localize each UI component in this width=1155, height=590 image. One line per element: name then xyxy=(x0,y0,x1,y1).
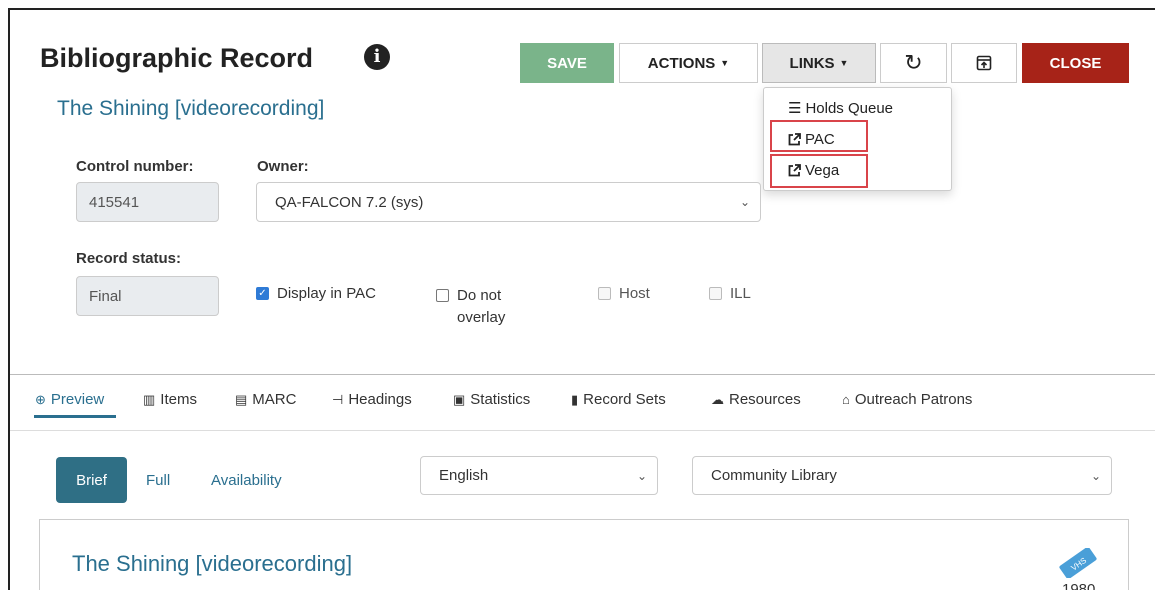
tab-outreach-patrons[interactable]: ⌂ Outreach Patrons xyxy=(842,391,972,408)
display-in-pac-checkbox[interactable]: ✓ Display in PAC xyxy=(256,285,376,302)
section-divider xyxy=(10,374,1155,375)
menu-item-holds-queue[interactable]: ☰ Holds Queue xyxy=(788,99,894,118)
checkbox-label-line2: overlay xyxy=(457,309,506,326)
caret-down-icon: ▼ xyxy=(839,58,849,68)
tab-items[interactable]: ▥ Items xyxy=(143,391,197,408)
tab-marc[interactable]: ▤ MARC xyxy=(235,391,296,408)
tab-label: Resources xyxy=(729,391,801,408)
record-status-field: Final xyxy=(76,276,219,316)
host-checkbox: Host xyxy=(598,285,650,302)
checkbox-label: Do not overlay xyxy=(457,285,505,329)
actions-button[interactable]: ACTIONS ▼ xyxy=(619,43,758,83)
tab-label: Outreach Patrons xyxy=(854,391,973,408)
checkbox-label: Host xyxy=(619,285,650,302)
library-select[interactable]: Community Library ⌄ xyxy=(692,456,1112,495)
keyboard-icon: ▤ xyxy=(235,391,248,407)
actions-label: ACTIONS xyxy=(647,54,716,72)
tab-label: Headings xyxy=(348,391,412,408)
books-icon: ▥ xyxy=(143,391,156,407)
bar-chart-icon: ▣ xyxy=(453,391,466,407)
view-full-link[interactable]: Full xyxy=(146,457,170,503)
checkbox-icon xyxy=(436,289,449,302)
popout-icon xyxy=(976,55,992,71)
preview-card-title[interactable]: The Shining [videorecording] xyxy=(72,551,352,577)
chevron-down-icon: ⌄ xyxy=(636,468,647,483)
clipboard-icon: ▮ xyxy=(571,391,579,407)
chevron-down-icon: ⌄ xyxy=(1090,468,1101,483)
checkbox-label: Display in PAC xyxy=(277,285,376,302)
checkbox-icon xyxy=(598,287,611,300)
links-button[interactable]: LINKS ▼ xyxy=(762,43,876,83)
owner-label: Owner: xyxy=(257,158,309,175)
caret-down-icon: ▼ xyxy=(720,58,730,68)
links-label: LINKS xyxy=(789,54,835,72)
tab-label: Record Sets xyxy=(583,391,666,408)
list-ordered-icon: ☰ xyxy=(788,100,802,117)
sitemap-icon: ⊣ xyxy=(332,391,344,407)
close-button[interactable]: CLOSE xyxy=(1022,43,1129,83)
tabs-divider xyxy=(10,430,1155,431)
tab-label: Statistics xyxy=(470,391,531,408)
checkbox-label: ILL xyxy=(730,285,751,302)
tab-label: Preview xyxy=(50,391,105,408)
language-select[interactable]: English ⌄ xyxy=(420,456,658,495)
checkbox-checked-icon: ✓ xyxy=(256,287,269,300)
info-icon[interactable]: i xyxy=(364,44,390,70)
chevron-down-icon: ⌄ xyxy=(739,195,750,209)
cloud-icon: ☁ xyxy=(711,391,724,407)
view-availability-link[interactable]: Availability xyxy=(211,457,282,503)
ill-checkbox: ILL xyxy=(709,285,751,302)
tab-label: Items xyxy=(160,391,197,408)
highlight-box-pac xyxy=(770,120,868,152)
popout-button[interactable] xyxy=(951,43,1017,83)
checkbox-label-line1: Do not xyxy=(457,287,502,304)
tab-record-sets[interactable]: ▮ Record Sets xyxy=(571,391,666,408)
save-button[interactable]: SAVE xyxy=(520,43,614,83)
menu-item-label: Holds Queue xyxy=(805,99,894,117)
publication-year: 1980 xyxy=(1062,581,1096,590)
tab-statistics[interactable]: ▣ Statistics xyxy=(453,391,530,408)
tab-preview[interactable]: ⊕ Preview xyxy=(35,391,104,408)
page-title: Bibliographic Record xyxy=(40,43,314,73)
vhs-format-icon: VHS xyxy=(1059,548,1097,578)
tab-resources[interactable]: ☁ Resources xyxy=(711,391,801,408)
owner-value: QA-FALCON 7.2 (sys) xyxy=(275,193,424,211)
language-value: English xyxy=(439,467,489,484)
refresh-button[interactable]: ↻ xyxy=(880,43,947,83)
owner-select[interactable]: QA-FALCON 7.2 (sys) ⌄ xyxy=(256,182,761,222)
globe-icon: ⊕ xyxy=(35,391,46,407)
checkbox-icon xyxy=(709,287,722,300)
tab-headings[interactable]: ⊣ Headings xyxy=(332,391,412,408)
record-title: The Shining [videorecording] xyxy=(57,97,325,120)
tab-label: MARC xyxy=(252,391,297,408)
control-number-label: Control number: xyxy=(76,158,194,175)
record-status-label: Record status: xyxy=(76,250,182,267)
refresh-icon: ↻ xyxy=(904,50,923,75)
home-icon: ⌂ xyxy=(842,392,850,407)
library-value: Community Library xyxy=(711,467,837,484)
view-brief-button[interactable]: Brief xyxy=(56,457,127,503)
highlight-box-vega xyxy=(770,154,868,188)
active-tab-indicator xyxy=(34,415,116,418)
do-not-overlay-checkbox[interactable]: Do not overlay xyxy=(436,285,526,329)
control-number-field: 415541 xyxy=(76,182,219,222)
